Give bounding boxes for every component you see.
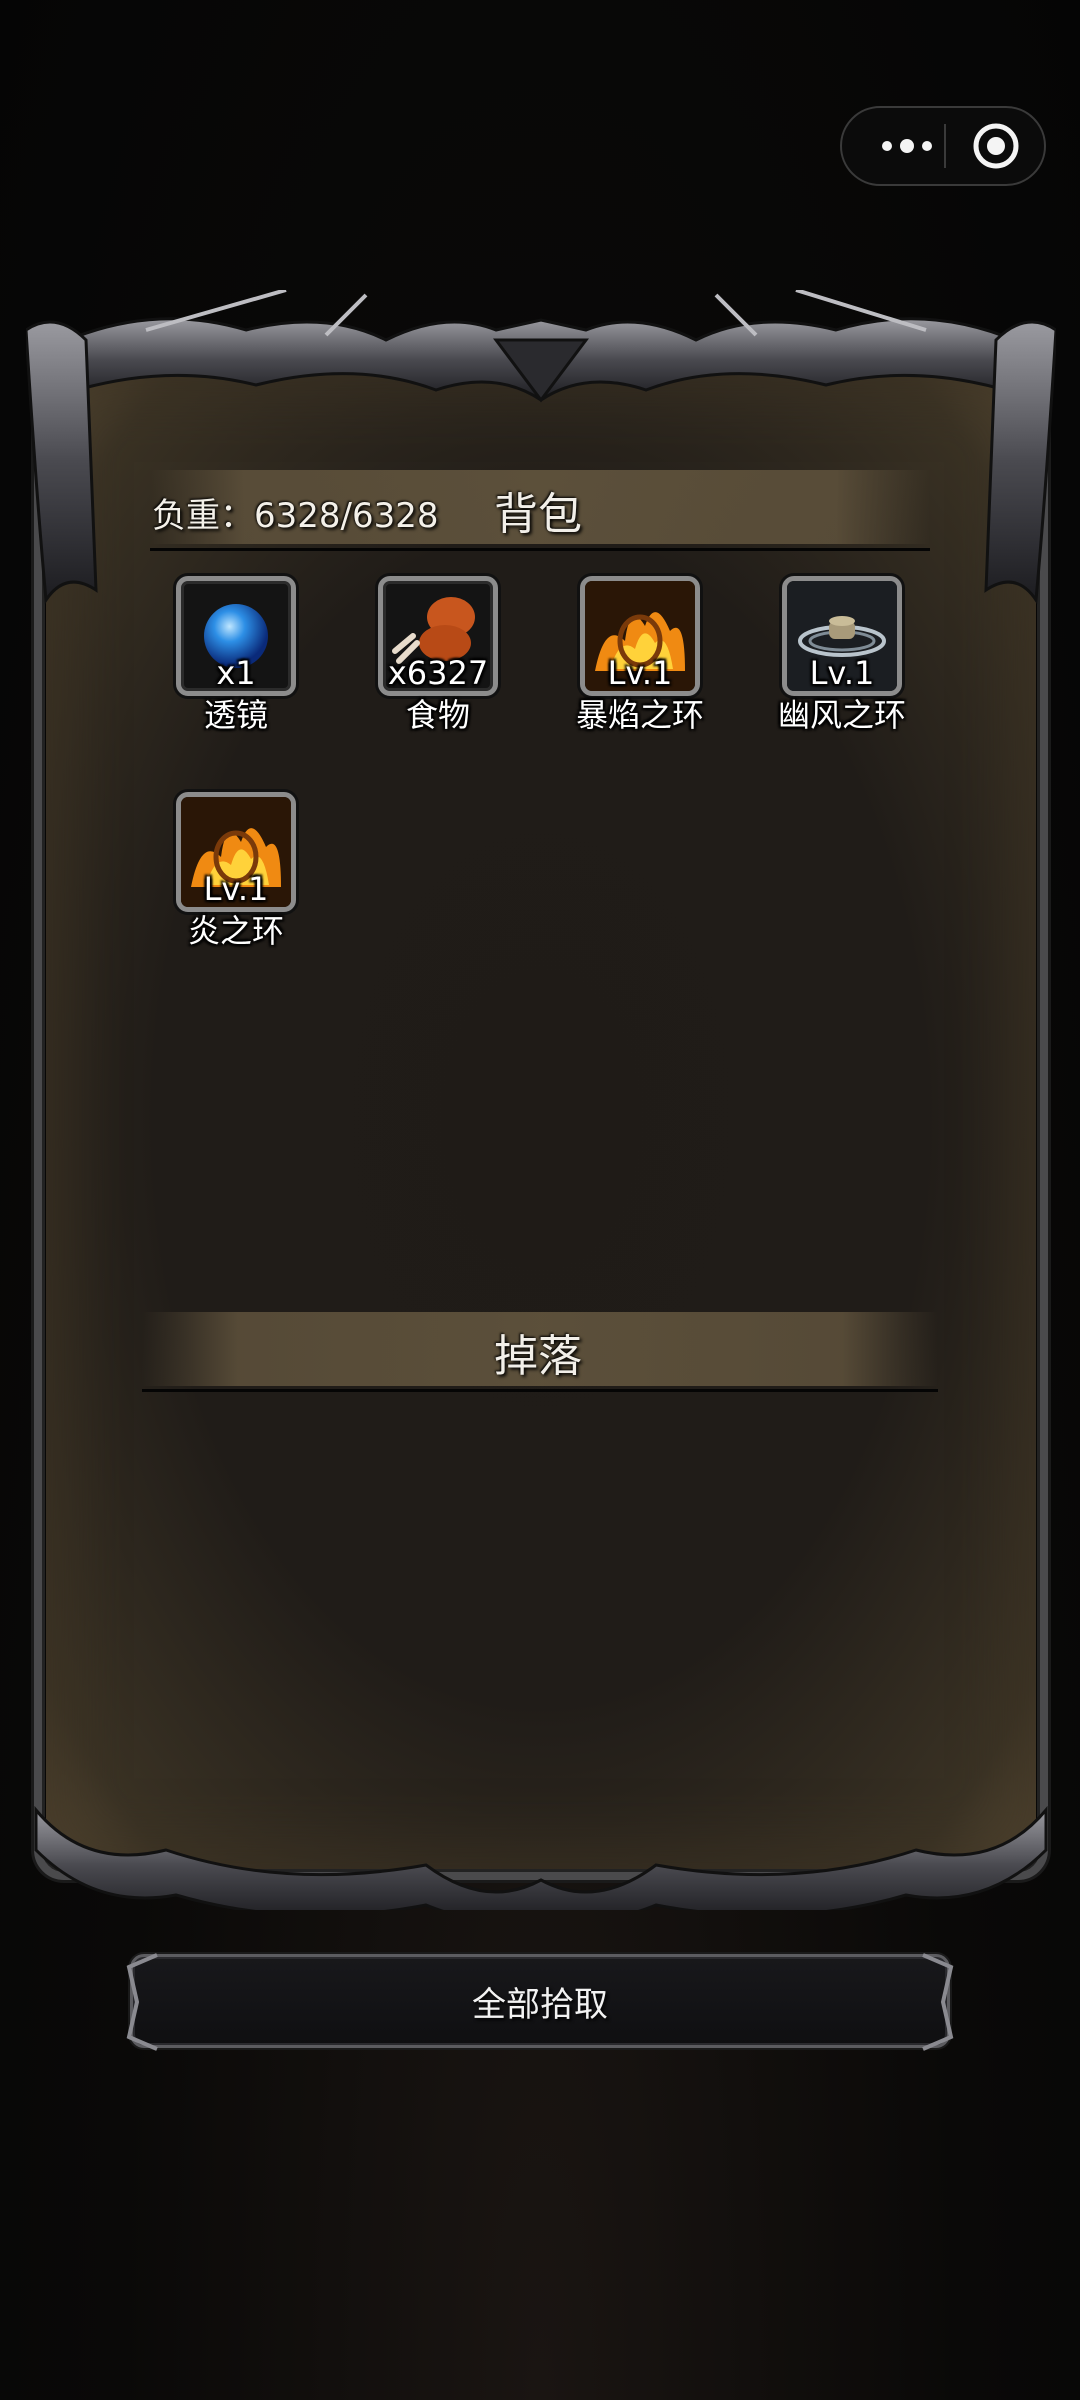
item-name: 透镜 [203, 696, 268, 734]
button-right-ornament [922, 1953, 954, 2051]
target-circle-icon[interactable] [972, 122, 1020, 170]
item-name: 幽风之环 [777, 696, 906, 734]
item-quantity: x1 [216, 654, 256, 692]
button-left-ornament [126, 1953, 158, 2051]
inventory-item-lens[interactable]: x1 透镜 [126, 576, 326, 746]
pick-all-label: 全部拾取 [472, 1984, 608, 2025]
item-level: Lv.1 [607, 654, 673, 692]
pick-all-button[interactable]: 全部拾取 [126, 1953, 954, 2051]
drops-title: 掉落 [494, 1331, 582, 1382]
capsule-divider [944, 124, 946, 168]
backpack-title: 背包 [494, 489, 582, 540]
weight-label: 负重：6328/6328 [152, 496, 439, 536]
drops-header-underline [142, 1389, 938, 1392]
inventory-item-wind-ring[interactable]: Lv.1 幽风之环 [732, 576, 932, 746]
mini-program-capsule [840, 106, 1046, 186]
inventory-item-food[interactable]: x6327 食物 [328, 576, 528, 746]
item-name: 炎之环 [187, 912, 284, 950]
inventory-item-blaze-ring[interactable]: Lv.1 暴焰之环 [530, 576, 730, 746]
item-name: 食物 [405, 696, 470, 734]
more-dots-icon[interactable] [872, 108, 942, 184]
item-quantity: x6327 [387, 654, 489, 692]
item-level: Lv.1 [809, 654, 875, 692]
item-level: Lv.1 [203, 870, 269, 908]
inventory-item-flame-ring[interactable]: Lv.1 炎之环 [126, 792, 326, 962]
item-name: 暴焰之环 [575, 696, 704, 734]
backpack-header-underline [150, 548, 930, 551]
